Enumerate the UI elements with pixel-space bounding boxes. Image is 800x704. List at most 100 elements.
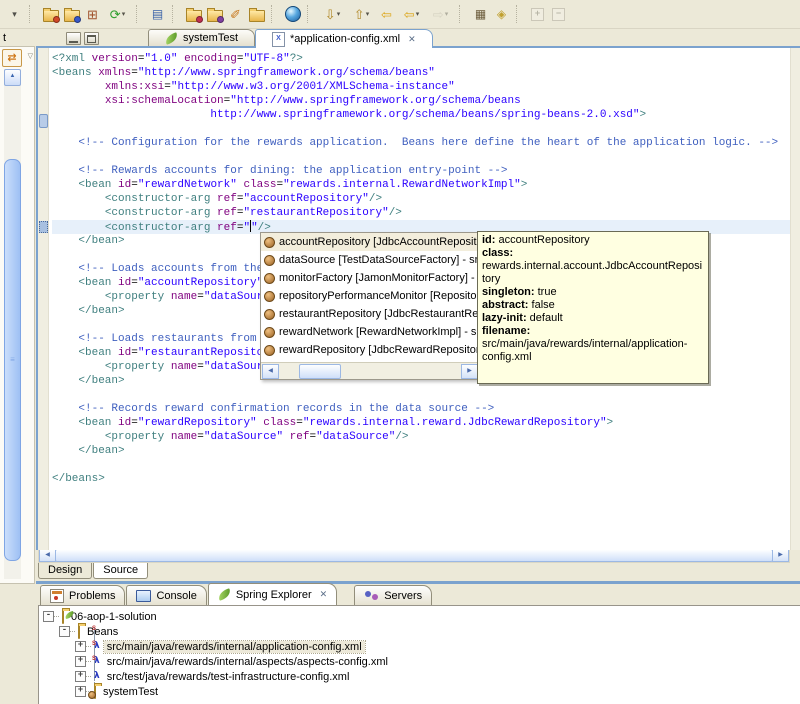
open-folder-icon <box>78 624 80 639</box>
code-token: <?xml <box>52 53 92 65</box>
completion-item[interactable]: rewardRepository [JdbcRewardRepository] … <box>261 341 479 359</box>
forward-button[interactable]: ⇨ ▾ <box>426 4 455 25</box>
completion-item[interactable]: repositoryPerformanceMonitor [Repository… <box>261 287 479 305</box>
arrow-left-star-icon: ⇦ <box>381 6 392 22</box>
open-web-browser-button[interactable] <box>282 4 303 25</box>
editor-tab-systemtest[interactable]: systemTest <box>148 29 256 46</box>
open-type-button[interactable] <box>183 4 204 25</box>
editor-hscrollbar-thumb[interactable] <box>55 549 773 562</box>
tag-button[interactable]: ◈ <box>491 4 512 25</box>
package-icon: ⊞ <box>87 6 98 22</box>
close-icon[interactable]: ✕ <box>320 589 328 600</box>
popup-scroll-left-button[interactable]: ◀ <box>262 364 279 379</box>
last-edit-location-button[interactable]: ⇦ <box>376 4 397 25</box>
overview-ruler[interactable] <box>790 48 800 550</box>
code-line: <bean id="rewardRepository" class="rewar… <box>52 416 790 430</box>
dropdown-chevron-icon[interactable]: ▾ <box>337 10 341 18</box>
expand-icon[interactable]: + <box>75 641 86 652</box>
code-token: xsi:schemaLocation <box>104 95 224 107</box>
code-token: /> <box>368 193 383 205</box>
tree-row[interactable]: + λ Ssrc/test/java/rewards/test-infrastruc… <box>39 656 800 696</box>
collapse-all-button[interactable]: − <box>548 4 569 25</box>
expand-icon[interactable]: + <box>75 656 86 667</box>
tree-row[interactable]: + λ Ssrc/main/java/rewards/internal/aspect… <box>39 641 800 681</box>
code-line: <constructor-arg ref="accountRepository"… <box>52 192 790 206</box>
code-token: "accountRepository" <box>243 193 369 205</box>
view-tab-problems[interactable]: Problems <box>40 585 126 605</box>
close-icon[interactable]: ✕ <box>408 34 416 45</box>
spring-leaf-icon <box>163 31 180 45</box>
table-view-button[interactable]: ▦ <box>470 4 491 25</box>
tree-row[interactable]: - Beans <box>39 624 800 639</box>
new-example-wizard-button[interactable] <box>61 4 82 25</box>
tree-row[interactable]: + systemTest <box>39 684 800 699</box>
spring-explorer-tree[interactable]: -06-aop-1-solution - Beans + λ Ssrc/main/java… <box>38 605 800 704</box>
expand-icon[interactable]: + <box>75 671 86 682</box>
view-tab-spring-explorer[interactable]: Spring Explorer ✕ <box>207 583 338 605</box>
code-token: <!-- Configuration for the rewards appli… <box>78 137 779 149</box>
tree-row[interactable]: - 06-aop-1-solution <box>39 609 800 624</box>
code-token: "rewards.internal.reward.JdbcRewardRepos… <box>302 417 607 429</box>
open-resource-button[interactable] <box>204 4 225 25</box>
show-view-button[interactable]: ▤ <box>147 4 168 25</box>
spring-overlay-glyph: S <box>91 656 96 662</box>
mode-tab-source[interactable]: Source <box>93 563 149 579</box>
back-button[interactable]: ⇦ ▾ <box>397 4 426 25</box>
bottom-view-tab-bar: Problems Console Spring Explorer ✕ Servers <box>36 583 800 605</box>
completion-item[interactable]: dataSource [TestDataSourceFactory] - src… <box>261 251 479 269</box>
mark-occurrences-button[interactable]: ✐ <box>225 4 246 25</box>
link-with-editor-button[interactable]: ⇄ <box>2 49 22 67</box>
toolbar-overflow-chevron[interactable]: ▾ <box>4 4 25 25</box>
view-menu-chevron-icon[interactable]: ▽ <box>28 52 33 60</box>
completion-item[interactable]: monitorFactory [JamonMonitorFactory] - s… <box>261 269 479 287</box>
tooltip-key: lazy-init: <box>482 312 527 324</box>
view-tab-label: Spring Explorer <box>235 588 312 601</box>
open-folder-button[interactable] <box>246 4 267 25</box>
editor-hscrollbar[interactable]: ◀ ▶ <box>38 548 790 563</box>
code-token: = <box>131 277 138 289</box>
tree-row[interactable]: + λ Ssrc/main/java/rewards/internal/applic… <box>39 626 800 666</box>
bottom-view-panel: Problems Console Spring Explorer ✕ Servers -… <box>36 583 800 704</box>
popup-hscrollbar-thumb[interactable] <box>299 364 341 379</box>
completion-item[interactable]: accountRepository [JdbcAccountRepository… <box>261 233 479 251</box>
scroll-left-button[interactable]: ◀ <box>39 549 56 562</box>
popup-hscrollbar[interactable]: ◀ ▶ <box>261 362 479 379</box>
completion-item[interactable]: restaurantRepository [JdbcRestaurantRepo… <box>261 305 479 323</box>
scroll-right-button[interactable]: ▶ <box>772 549 789 562</box>
code-token: <property <box>104 431 171 443</box>
expand-icon[interactable]: + <box>75 686 86 697</box>
popup-scroll-right-button[interactable]: ▶ <box>461 364 478 379</box>
left-scrollbar-thumb[interactable] <box>4 159 21 561</box>
collapse-icon[interactable]: - <box>59 626 70 637</box>
view-tab-servers[interactable]: Servers <box>354 585 433 605</box>
new-package-button[interactable]: ⊞ <box>82 4 103 25</box>
code-token: "dataSource" <box>203 431 284 443</box>
dropdown-chevron-icon[interactable]: ▾ <box>122 10 126 18</box>
collapse-icon[interactable]: - <box>43 611 54 622</box>
dropdown-chevron-icon[interactable]: ▾ <box>366 10 370 18</box>
scroll-up-button[interactable]: ▲ <box>4 69 21 86</box>
expand-all-button[interactable]: + <box>527 4 548 25</box>
bean-icon <box>264 344 275 356</box>
completion-item[interactable]: rewardNetwork [RewardNetworkImpl] - src/… <box>261 323 479 341</box>
left-view-scrollbar[interactable]: ▲ <box>4 69 21 579</box>
view-tab-console[interactable]: Console <box>126 585 207 605</box>
dropdown-chevron-icon[interactable]: ▾ <box>416 10 420 18</box>
export-button[interactable]: ⇧ ▾ <box>347 4 376 25</box>
code-token: encoding <box>184 53 237 65</box>
import-button[interactable]: ⇩ ▾ <box>318 4 347 25</box>
chevron-icon: ▾ <box>12 8 17 19</box>
code-token: <constructor-arg <box>104 207 218 219</box>
dropdown-chevron-icon[interactable]: ▾ <box>445 10 449 18</box>
code-token: <constructor-arg <box>104 222 218 234</box>
refresh-button[interactable]: ⟳ ▾ <box>103 4 132 25</box>
editor-tab--application-config-xml[interactable]: X *application-config.xml ✕ <box>255 29 433 48</box>
mode-tab-design[interactable]: Design <box>38 563 93 579</box>
new-wizard-button[interactable] <box>40 4 61 25</box>
